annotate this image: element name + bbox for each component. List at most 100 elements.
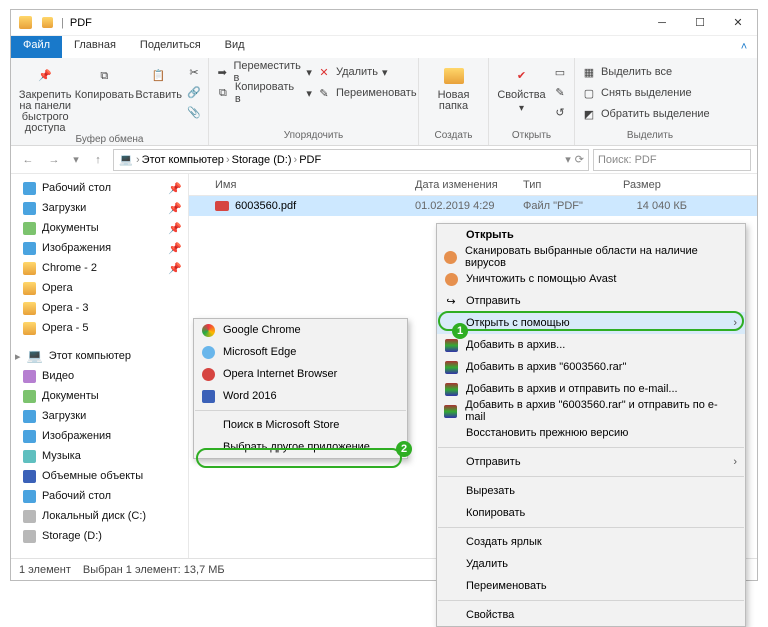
winrar-icon: [443, 359, 459, 375]
newfolder-button[interactable]: Новая папка: [425, 60, 482, 112]
sidebar-diskd[interactable]: Storage (D:): [11, 526, 188, 546]
close-button[interactable]: ✕: [719, 10, 757, 36]
rename-button[interactable]: ✎Переименовать: [316, 83, 417, 103]
pastelink-button[interactable]: 📎: [186, 102, 202, 122]
addr-dropdown-icon[interactable]: ▾: [565, 153, 571, 166]
sub-chrome[interactable]: Google Chrome: [194, 319, 407, 341]
ctx-cut[interactable]: Вырезать: [437, 480, 745, 502]
ctx-send[interactable]: Отправить: [437, 451, 745, 473]
pin-quickaccess-button[interactable]: 📌Закрепить на панели быстрого доступа: [17, 60, 73, 134]
ctx-copy[interactable]: Копировать: [437, 502, 745, 524]
sub-other[interactable]: Выбрать другое приложение: [194, 436, 407, 458]
sidebar-diskc[interactable]: Локальный диск (C:): [11, 506, 188, 526]
sidebar-chrome2[interactable]: Chrome - 2📌: [11, 258, 188, 278]
cut-icon: ✂: [186, 64, 202, 80]
selectall-button[interactable]: ▦Выделить все: [581, 62, 710, 82]
ctx-scan[interactable]: Сканировать выбранные области на наличие…: [437, 246, 745, 268]
sidebar-desktop2[interactable]: Рабочий стол: [11, 486, 188, 506]
nav-sidebar: Рабочий стол📌 Загрузки📌 Документы📌 Изобр…: [11, 174, 189, 558]
delete-button[interactable]: ✕Удалить ▾: [316, 62, 417, 82]
col-size[interactable]: Размер: [615, 179, 695, 191]
ctx-shortcut[interactable]: Создать ярлык: [437, 531, 745, 553]
ribbon-collapse-icon[interactable]: ˄: [731, 36, 757, 58]
sidebar-downloads2[interactable]: Загрузки: [11, 406, 188, 426]
ctx-addarchive[interactable]: Добавить в архив...: [437, 334, 745, 356]
ctx-props[interactable]: Свойства: [437, 604, 745, 626]
copyto-button[interactable]: ⧉Копировать в ▾: [215, 83, 312, 103]
ctx-restore[interactable]: Восстановить прежнюю версию: [437, 422, 745, 444]
properties-button[interactable]: ✔Свойства ▾: [495, 60, 548, 114]
window-title: PDF: [70, 17, 92, 29]
sidebar-documents[interactable]: Документы📌: [11, 218, 188, 238]
ctx-addrar[interactable]: Добавить в архив "6003560.rar": [437, 356, 745, 378]
tab-home[interactable]: Главная: [62, 36, 128, 58]
minimize-button[interactable]: ─: [643, 10, 681, 36]
sidebar-opera[interactable]: Opera: [11, 278, 188, 298]
file-row[interactable]: 6003560.pdf 01.02.2019 4:29 Файл "PDF" 1…: [189, 196, 757, 216]
sidebar-3dobjects[interactable]: Объемные объекты: [11, 466, 188, 486]
ctx-addemail[interactable]: Добавить в архив и отправить по e-mail..…: [437, 378, 745, 400]
sidebar-documents2[interactable]: Документы: [11, 386, 188, 406]
sidebar-desktop[interactable]: Рабочий стол📌: [11, 178, 188, 198]
tab-file[interactable]: Файл: [11, 36, 62, 58]
quick-folder-icon: [39, 15, 55, 31]
winrar-icon: [443, 337, 459, 353]
sub-word[interactable]: Word 2016: [194, 385, 407, 407]
copypath-button[interactable]: 🔗: [186, 82, 202, 102]
moveto-icon: ➡: [215, 64, 229, 80]
ctx-rename[interactable]: Переименовать: [437, 575, 745, 597]
invert-button[interactable]: ◩Обратить выделение: [581, 104, 710, 124]
path-icon: 🔗: [186, 84, 202, 100]
ctx-share[interactable]: ↪Отправить: [437, 290, 745, 312]
ctx-open[interactable]: Открыть: [437, 224, 745, 246]
rename-icon: ✎: [316, 85, 332, 101]
word-icon: [200, 388, 216, 404]
moveto-button[interactable]: ➡Переместить в ▾: [215, 62, 312, 82]
ctx-delete[interactable]: Удалить: [437, 553, 745, 575]
sidebar-thispc[interactable]: ▸💻Этот компьютер: [11, 346, 188, 366]
context-menu: Открыть Сканировать выбранные области на…: [436, 223, 746, 627]
sidebar-videos[interactable]: Видео: [11, 366, 188, 386]
cut-button[interactable]: ✂: [186, 62, 202, 82]
sub-opera[interactable]: Opera Internet Browser: [194, 363, 407, 385]
crumb-storage[interactable]: Storage (D:): [232, 154, 292, 166]
maximize-button[interactable]: ☐: [681, 10, 719, 36]
paste-button[interactable]: 📋Вставить: [135, 60, 182, 101]
open-small-button[interactable]: ▭: [552, 62, 568, 82]
history-small-button[interactable]: ↺: [552, 102, 568, 122]
search-input[interactable]: Поиск: PDF: [593, 149, 751, 171]
sidebar-pictures[interactable]: Изображения📌: [11, 238, 188, 258]
shortcut-icon: 📎: [186, 104, 202, 120]
column-headers[interactable]: Имя Дата изменения Тип Размер: [189, 174, 757, 196]
edit-small-button[interactable]: ✎: [552, 82, 568, 102]
ctx-avast[interactable]: Уничтожить с помощью Avast: [437, 268, 745, 290]
ctx-openwith[interactable]: Открыть с помощью: [437, 312, 745, 334]
sidebar-downloads[interactable]: Загрузки📌: [11, 198, 188, 218]
nav-fwd[interactable]: →: [43, 149, 65, 171]
nav-up[interactable]: ↑: [87, 149, 109, 171]
col-type[interactable]: Тип: [515, 179, 615, 191]
edge-icon: [200, 344, 216, 360]
nav-back[interactable]: ←: [17, 149, 39, 171]
copy-button[interactable]: ⧉Копировать: [77, 60, 131, 101]
sub-store[interactable]: Поиск в Microsoft Store: [194, 414, 407, 436]
refresh-icon[interactable]: ⟳: [575, 153, 584, 166]
col-name[interactable]: Имя: [207, 179, 407, 191]
crumb-pdf[interactable]: PDF: [299, 154, 321, 166]
col-date[interactable]: Дата изменения: [407, 179, 515, 191]
sidebar-opera5[interactable]: Opera - 5: [11, 318, 188, 338]
crumb-pc[interactable]: Этот компьютер: [142, 154, 224, 166]
sidebar-pictures2[interactable]: Изображения: [11, 426, 188, 446]
selectall-icon: ▦: [581, 64, 597, 80]
sub-edge[interactable]: Microsoft Edge: [194, 341, 407, 363]
nav-recent[interactable]: ▾: [69, 149, 83, 171]
deselect-button[interactable]: ▢Снять выделение: [581, 83, 710, 103]
group-organize: Упорядочить: [215, 130, 412, 143]
file-name: 6003560.pdf: [235, 200, 296, 212]
ctx-addraremail[interactable]: Добавить в архив "6003560.rar" и отправи…: [437, 400, 745, 422]
tab-view[interactable]: Вид: [213, 36, 257, 58]
sidebar-opera3[interactable]: Opera - 3: [11, 298, 188, 318]
sidebar-music[interactable]: Музыка: [11, 446, 188, 466]
tab-share[interactable]: Поделиться: [128, 36, 213, 58]
address-bar[interactable]: 💻 › Этот компьютер› Storage (D:)› PDF ▾⟳: [113, 149, 589, 171]
